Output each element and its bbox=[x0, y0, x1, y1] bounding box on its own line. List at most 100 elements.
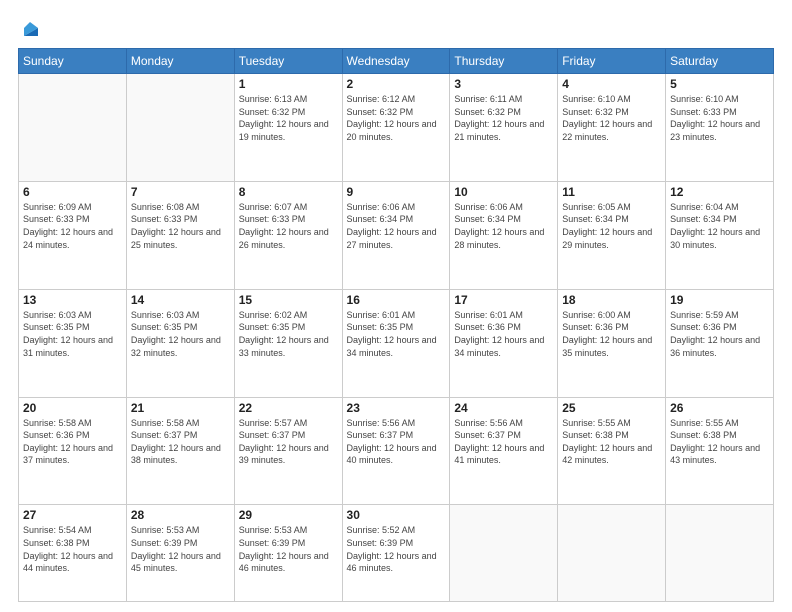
calendar-cell: 19 Sunrise: 5:59 AMSunset: 6:36 PMDayligh… bbox=[666, 289, 774, 397]
calendar-cell bbox=[558, 505, 666, 602]
logo bbox=[18, 18, 42, 38]
calendar-cell: 6 Sunrise: 6:09 AMSunset: 6:33 PMDaylight… bbox=[19, 181, 127, 289]
calendar-cell: 28 Sunrise: 5:53 AMSunset: 6:39 PMDayligh… bbox=[126, 505, 234, 602]
day-number: 29 bbox=[239, 508, 338, 522]
calendar-cell: 21 Sunrise: 5:58 AMSunset: 6:37 PMDayligh… bbox=[126, 397, 234, 505]
col-header-friday: Friday bbox=[558, 49, 666, 74]
day-number: 28 bbox=[131, 508, 230, 522]
day-info: Sunrise: 6:06 AMSunset: 6:34 PMDaylight:… bbox=[347, 201, 446, 251]
day-info: Sunrise: 6:08 AMSunset: 6:33 PMDaylight:… bbox=[131, 201, 230, 251]
calendar-cell: 16 Sunrise: 6:01 AMSunset: 6:35 PMDayligh… bbox=[342, 289, 450, 397]
day-info: Sunrise: 5:52 AMSunset: 6:39 PMDaylight:… bbox=[347, 524, 446, 574]
header bbox=[18, 18, 774, 38]
calendar-cell: 11 Sunrise: 6:05 AMSunset: 6:34 PMDayligh… bbox=[558, 181, 666, 289]
day-info: Sunrise: 6:10 AMSunset: 6:32 PMDaylight:… bbox=[562, 93, 661, 143]
calendar-cell: 15 Sunrise: 6:02 AMSunset: 6:35 PMDayligh… bbox=[234, 289, 342, 397]
calendar-cell bbox=[126, 74, 234, 182]
calendar-cell: 13 Sunrise: 6:03 AMSunset: 6:35 PMDayligh… bbox=[19, 289, 127, 397]
day-info: Sunrise: 6:07 AMSunset: 6:33 PMDaylight:… bbox=[239, 201, 338, 251]
day-info: Sunrise: 6:13 AMSunset: 6:32 PMDaylight:… bbox=[239, 93, 338, 143]
day-info: Sunrise: 5:54 AMSunset: 6:38 PMDaylight:… bbox=[23, 524, 122, 574]
day-info: Sunrise: 6:03 AMSunset: 6:35 PMDaylight:… bbox=[23, 309, 122, 359]
calendar-cell: 23 Sunrise: 5:56 AMSunset: 6:37 PMDayligh… bbox=[342, 397, 450, 505]
day-number: 30 bbox=[347, 508, 446, 522]
calendar: SundayMondayTuesdayWednesdayThursdayFrid… bbox=[18, 48, 774, 602]
day-number: 16 bbox=[347, 293, 446, 307]
day-number: 14 bbox=[131, 293, 230, 307]
calendar-week-2: 6 Sunrise: 6:09 AMSunset: 6:33 PMDaylight… bbox=[19, 181, 774, 289]
day-info: Sunrise: 6:00 AMSunset: 6:36 PMDaylight:… bbox=[562, 309, 661, 359]
col-header-saturday: Saturday bbox=[666, 49, 774, 74]
day-number: 11 bbox=[562, 185, 661, 199]
day-number: 3 bbox=[454, 77, 553, 91]
day-info: Sunrise: 6:11 AMSunset: 6:32 PMDaylight:… bbox=[454, 93, 553, 143]
day-number: 13 bbox=[23, 293, 122, 307]
calendar-cell: 4Sunrise: 6:10 AMSunset: 6:32 PMDaylight… bbox=[558, 74, 666, 182]
day-number: 17 bbox=[454, 293, 553, 307]
day-info: Sunrise: 5:58 AMSunset: 6:37 PMDaylight:… bbox=[131, 417, 230, 467]
day-info: Sunrise: 5:55 AMSunset: 6:38 PMDaylight:… bbox=[562, 417, 661, 467]
day-info: Sunrise: 5:56 AMSunset: 6:37 PMDaylight:… bbox=[347, 417, 446, 467]
calendar-week-4: 20 Sunrise: 5:58 AMSunset: 6:36 PMDayligh… bbox=[19, 397, 774, 505]
day-number: 20 bbox=[23, 401, 122, 415]
day-number: 5 bbox=[670, 77, 769, 91]
page: SundayMondayTuesdayWednesdayThursdayFrid… bbox=[0, 0, 792, 612]
day-number: 26 bbox=[670, 401, 769, 415]
calendar-cell: 9 Sunrise: 6:06 AMSunset: 6:34 PMDaylight… bbox=[342, 181, 450, 289]
col-header-wednesday: Wednesday bbox=[342, 49, 450, 74]
calendar-cell: 26 Sunrise: 5:55 AMSunset: 6:38 PMDayligh… bbox=[666, 397, 774, 505]
calendar-week-5: 27 Sunrise: 5:54 AMSunset: 6:38 PMDayligh… bbox=[19, 505, 774, 602]
day-number: 2 bbox=[347, 77, 446, 91]
day-info: Sunrise: 6:06 AMSunset: 6:34 PMDaylight:… bbox=[454, 201, 553, 251]
day-info: Sunrise: 5:53 AMSunset: 6:39 PMDaylight:… bbox=[131, 524, 230, 574]
day-number: 22 bbox=[239, 401, 338, 415]
calendar-cell: 1 Sunrise: 6:13 AMSunset: 6:32 PMDaylight… bbox=[234, 74, 342, 182]
day-info: Sunrise: 6:12 AMSunset: 6:32 PMDaylight:… bbox=[347, 93, 446, 143]
day-number: 9 bbox=[347, 185, 446, 199]
day-info: Sunrise: 6:05 AMSunset: 6:34 PMDaylight:… bbox=[562, 201, 661, 251]
day-number: 15 bbox=[239, 293, 338, 307]
day-info: Sunrise: 6:02 AMSunset: 6:35 PMDaylight:… bbox=[239, 309, 338, 359]
day-number: 23 bbox=[347, 401, 446, 415]
calendar-cell: 14 Sunrise: 6:03 AMSunset: 6:35 PMDayligh… bbox=[126, 289, 234, 397]
col-header-monday: Monday bbox=[126, 49, 234, 74]
col-header-tuesday: Tuesday bbox=[234, 49, 342, 74]
day-number: 1 bbox=[239, 77, 338, 91]
day-number: 12 bbox=[670, 185, 769, 199]
calendar-week-3: 13 Sunrise: 6:03 AMSunset: 6:35 PMDayligh… bbox=[19, 289, 774, 397]
calendar-cell: 27 Sunrise: 5:54 AMSunset: 6:38 PMDayligh… bbox=[19, 505, 127, 602]
calendar-cell: 24 Sunrise: 5:56 AMSunset: 6:37 PMDayligh… bbox=[450, 397, 558, 505]
day-number: 19 bbox=[670, 293, 769, 307]
day-info: Sunrise: 6:03 AMSunset: 6:35 PMDaylight:… bbox=[131, 309, 230, 359]
day-info: Sunrise: 6:09 AMSunset: 6:33 PMDaylight:… bbox=[23, 201, 122, 251]
day-info: Sunrise: 5:53 AMSunset: 6:39 PMDaylight:… bbox=[239, 524, 338, 574]
col-header-sunday: Sunday bbox=[19, 49, 127, 74]
calendar-cell bbox=[666, 505, 774, 602]
day-info: Sunrise: 5:56 AMSunset: 6:37 PMDaylight:… bbox=[454, 417, 553, 467]
calendar-cell bbox=[450, 505, 558, 602]
calendar-header-row: SundayMondayTuesdayWednesdayThursdayFrid… bbox=[19, 49, 774, 74]
calendar-cell: 25Sunrise: 5:55 AMSunset: 6:38 PMDayligh… bbox=[558, 397, 666, 505]
col-header-thursday: Thursday bbox=[450, 49, 558, 74]
day-info: Sunrise: 6:10 AMSunset: 6:33 PMDaylight:… bbox=[670, 93, 769, 143]
calendar-cell: 8 Sunrise: 6:07 AMSunset: 6:33 PMDaylight… bbox=[234, 181, 342, 289]
day-number: 6 bbox=[23, 185, 122, 199]
calendar-cell: 5 Sunrise: 6:10 AMSunset: 6:33 PMDaylight… bbox=[666, 74, 774, 182]
day-info: Sunrise: 5:55 AMSunset: 6:38 PMDaylight:… bbox=[670, 417, 769, 467]
day-number: 8 bbox=[239, 185, 338, 199]
day-info: Sunrise: 6:01 AMSunset: 6:36 PMDaylight:… bbox=[454, 309, 553, 359]
day-number: 18 bbox=[562, 293, 661, 307]
calendar-cell: 29 Sunrise: 5:53 AMSunset: 6:39 PMDayligh… bbox=[234, 505, 342, 602]
day-number: 21 bbox=[131, 401, 230, 415]
day-number: 27 bbox=[23, 508, 122, 522]
calendar-week-1: 1 Sunrise: 6:13 AMSunset: 6:32 PMDaylight… bbox=[19, 74, 774, 182]
calendar-cell: 17 Sunrise: 6:01 AMSunset: 6:36 PMDayligh… bbox=[450, 289, 558, 397]
logo-icon bbox=[20, 18, 42, 40]
day-number: 24 bbox=[454, 401, 553, 415]
day-info: Sunrise: 6:01 AMSunset: 6:35 PMDaylight:… bbox=[347, 309, 446, 359]
day-info: Sunrise: 5:59 AMSunset: 6:36 PMDaylight:… bbox=[670, 309, 769, 359]
day-info: Sunrise: 6:04 AMSunset: 6:34 PMDaylight:… bbox=[670, 201, 769, 251]
day-number: 7 bbox=[131, 185, 230, 199]
day-info: Sunrise: 5:58 AMSunset: 6:36 PMDaylight:… bbox=[23, 417, 122, 467]
calendar-cell: 12 Sunrise: 6:04 AMSunset: 6:34 PMDayligh… bbox=[666, 181, 774, 289]
